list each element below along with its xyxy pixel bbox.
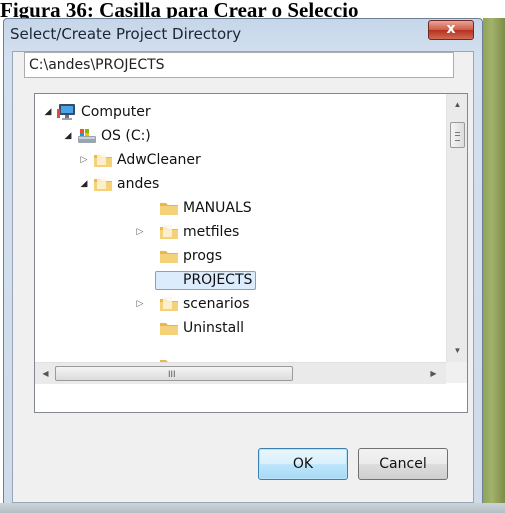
scroll-up-arrow-icon[interactable]: ▲ [447,96,467,113]
cancel-button[interactable]: Cancel [358,448,448,480]
tree-item-label: PROJECTS [155,271,257,290]
collapsed-arrow-icon[interactable]: ▷ [135,298,145,310]
folder-icon [159,199,179,217]
tree-item-andes[interactable]: ◢ andes [79,174,279,196]
collapsed-arrow-icon[interactable]: ▷ [135,226,145,238]
tree-item-label: metfiles [183,224,240,240]
tree-item-progs[interactable]: progs [145,246,345,268]
collapsed-arrow-icon[interactable]: ▷ [79,154,89,166]
scroll-right-arrow-icon[interactable]: ▶ [425,363,442,384]
dialog-title: Select/Create Project Directory [10,25,242,43]
expanded-arrow-icon[interactable]: ◢ [79,178,89,190]
horizontal-scroll-thumb[interactable]: III [55,366,293,381]
tree-item-os-drive[interactable]: ◢ OS (C:) [63,126,263,148]
tree-item-scenarios[interactable]: ▷ scenarios [135,294,335,316]
vertical-scroll-thumb[interactable] [450,122,465,148]
tree-item-label: progs [183,248,223,264]
grip-icon [455,132,460,141]
horizontal-scrollbar[interactable]: ◀ III ▶ [35,362,446,384]
computer-icon [57,103,77,121]
tree-item-label: AdwCleaner [117,152,201,168]
folder-icon [93,151,113,169]
folder-icon [159,223,179,241]
tree-item-label: andes [117,176,160,192]
ok-button[interactable]: OK [258,448,348,480]
tree-item-metfiles[interactable]: ▷ metfiles [135,222,335,244]
tree-item-uninstall[interactable]: Uninstall [145,318,345,340]
tree-item-adwcleaner[interactable]: ▷ AdwCleaner [79,150,279,172]
close-button[interactable]: x [428,20,474,40]
folder-icon [93,175,113,193]
tree-item-partial[interactable] [145,346,185,362]
background-edge [0,503,505,513]
expanded-arrow-icon[interactable]: ◢ [43,106,53,118]
scrollbar-corner [446,362,467,383]
tree-item-manuals[interactable]: MANUALS [145,198,345,220]
folder-icon [159,247,179,265]
background-edge [483,18,505,513]
vertical-scrollbar[interactable]: ▲ ▼ [446,94,467,362]
tree-item-computer[interactable]: ◢ Computer [43,102,243,124]
tree-item-label: MANUALS [183,200,252,216]
figure-caption: Figura 36: Casilla para Crear o Seleccio [0,0,359,20]
drive-icon [77,127,97,145]
directory-path-value: C:\andes\PROJECTS [29,57,165,73]
tree-item-label: OS (C:) [101,128,151,144]
directory-path-field[interactable]: C:\andes\PROJECTS [24,52,454,78]
tree-item-label: scenarios [183,296,250,312]
tree-item-projects[interactable]: PROJECTS [145,270,345,292]
folder-tree[interactable]: ◢ Computer ◢ OS (C:) ▷ AdwCleaner ◢ ande… [34,93,468,413]
expanded-arrow-icon[interactable]: ◢ [63,130,73,142]
folder-icon [159,319,179,337]
tree-item-label: Uninstall [183,320,245,336]
folder-icon [159,295,179,313]
close-icon: x [446,21,456,37]
scroll-left-arrow-icon[interactable]: ◀ [37,363,54,384]
grip-icon: III [168,369,176,379]
title-bar[interactable]: Select/Create Project Directory x [4,19,482,51]
tree-item-label: Computer [81,104,151,120]
scroll-down-arrow-icon[interactable]: ▼ [447,342,467,359]
